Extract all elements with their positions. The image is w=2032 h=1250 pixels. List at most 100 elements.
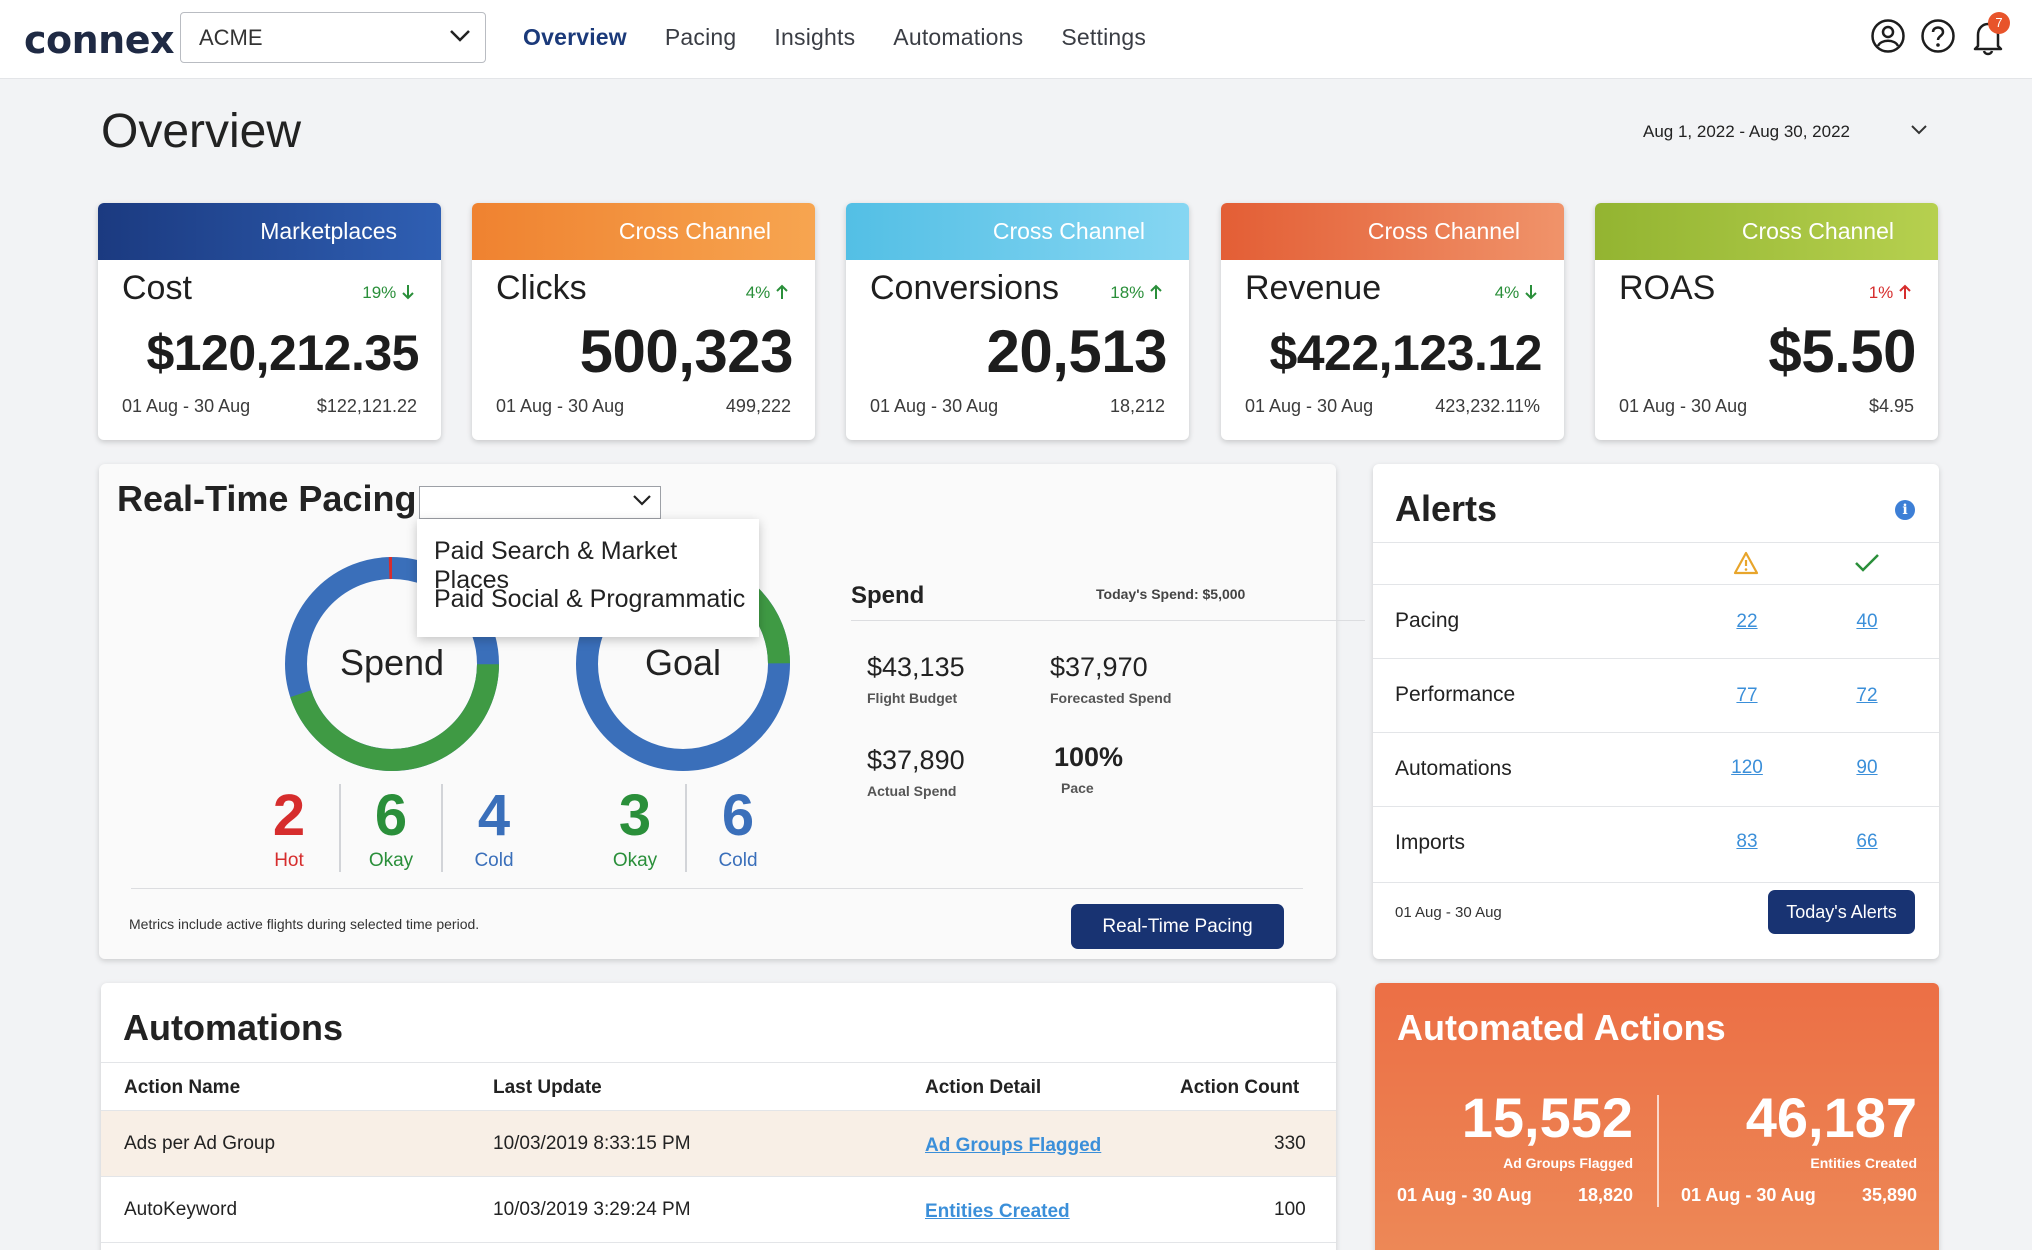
kpi-value: $422,123.12 bbox=[1269, 325, 1542, 381]
kpi-previous-value: $122,121.22 bbox=[316, 396, 417, 416]
real-time-pacing-button[interactable]: Real-Time Pacing bbox=[1071, 904, 1284, 949]
kpi-previous-value: 423,232.11% bbox=[1435, 396, 1540, 416]
ad-groups-flagged-value: 15,552 bbox=[1461, 1086, 1633, 1149]
okay-count[interactable]: 6 Okay bbox=[341, 784, 443, 872]
arrow-up-icon bbox=[1150, 284, 1162, 299]
page-title: Overview bbox=[101, 105, 302, 158]
connex-logo[interactable]: connex bbox=[24, 18, 175, 62]
alert-warning-link[interactable]: 83 bbox=[1717, 831, 1777, 853]
top-icons: 7 bbox=[1870, 12, 2010, 58]
action-count-cell: 330 bbox=[1274, 1133, 1306, 1154]
kpi-value: 20,513 bbox=[986, 318, 1167, 385]
checkmark-icon bbox=[1855, 554, 1879, 572]
kpi-change: 4% bbox=[746, 283, 789, 303]
alert-ok-link[interactable]: 72 bbox=[1837, 685, 1897, 707]
dropdown-option-paid-social[interactable]: Paid Social & Programmatic bbox=[434, 585, 745, 614]
alert-ok-link[interactable]: 90 bbox=[1837, 757, 1897, 779]
alerts-card: Alerts i Pacing 22 40 Performance 77 72 … bbox=[1373, 464, 1939, 959]
alert-warning-link[interactable]: 120 bbox=[1717, 757, 1777, 779]
actual-spend-value: $37,890 bbox=[867, 745, 965, 775]
nav-settings[interactable]: Settings bbox=[1061, 24, 1146, 51]
table-row[interactable]: Ads per Ad Group 10/03/2019 8:33:15 PM A… bbox=[101, 1110, 1336, 1176]
divider bbox=[131, 888, 1303, 889]
kpi-label: Cost bbox=[122, 269, 192, 307]
alert-warning-link[interactable]: 77 bbox=[1717, 685, 1777, 707]
table-row[interactable]: AutoKeyword 10/03/2019 3:29:24 PM Entiti… bbox=[101, 1176, 1336, 1242]
real-time-pacing-card: Real-Time Pacing Paid Search & Market Pl… bbox=[99, 464, 1365, 959]
arrow-down-icon bbox=[402, 285, 414, 300]
column-header[interactable]: Last Update bbox=[493, 1077, 602, 1099]
pacing-footnote: Metrics include active flights during se… bbox=[129, 916, 480, 932]
right-previous: 35,890 bbox=[1861, 1185, 1917, 1205]
chevron-down-icon bbox=[633, 495, 651, 506]
kpi-change: 4% bbox=[1495, 283, 1538, 303]
goal-okay-count[interactable]: 3 Okay bbox=[585, 784, 687, 872]
column-header[interactable]: Action Name bbox=[124, 1077, 240, 1099]
kpi-card-roas[interactable]: Cross Channel ROAS 1% $5.50 01 Aug - 30 Aug… bbox=[1595, 203, 1938, 440]
account-icon[interactable] bbox=[1870, 18, 1906, 58]
kpi-card-conversions[interactable]: Cross Channel Conversions 18% 20,513 01 Aug… bbox=[846, 203, 1189, 440]
column-header[interactable]: Action Detail bbox=[925, 1077, 1041, 1099]
kpi-card-clicks[interactable]: Cross Channel Clicks 4% 500,323 01 Aug - 30… bbox=[472, 203, 815, 440]
kpi-category: Cross Channel bbox=[472, 203, 815, 260]
kpi-period: 01 Aug - 30 Aug bbox=[1245, 396, 1374, 416]
spend-status-counts: 2 Hot 6 Okay 4 Cold bbox=[239, 784, 545, 872]
pace-label: Pace bbox=[1061, 780, 1094, 796]
table-row[interactable] bbox=[101, 1242, 1336, 1250]
alert-ok-link[interactable]: 66 bbox=[1837, 831, 1897, 853]
spend-donut-label: Spend bbox=[339, 642, 445, 683]
nav-overview[interactable]: Overview bbox=[523, 24, 627, 51]
goal-cold-count[interactable]: 6 Cold bbox=[687, 784, 789, 872]
okay-count-number: 6 bbox=[374, 783, 408, 848]
automated-actions-card: Automated Actions 15,552 Ad Groups Flagg… bbox=[1375, 983, 1939, 1250]
kpi-label: Revenue bbox=[1245, 269, 1382, 307]
kpi-period: 01 Aug - 30 Aug bbox=[496, 396, 625, 416]
goal-donut-label: Goal bbox=[644, 642, 722, 683]
todays-alerts-button[interactable]: Today's Alerts bbox=[1768, 890, 1915, 934]
action-detail-link[interactable]: Entities Created bbox=[925, 1201, 1070, 1223]
spend-section-title: Spend bbox=[851, 582, 925, 609]
action-count-cell: 100 bbox=[1274, 1199, 1306, 1220]
pace-value: 100% bbox=[1054, 742, 1124, 772]
cold-count[interactable]: 4 Cold bbox=[443, 784, 545, 872]
arrow-down-icon bbox=[1525, 285, 1537, 300]
kpi-label: Clicks bbox=[496, 269, 587, 307]
alert-warning-link[interactable]: 22 bbox=[1717, 611, 1777, 633]
action-detail-link[interactable]: Ad Groups Flagged bbox=[925, 1135, 1101, 1157]
info-icon[interactable]: i bbox=[1895, 500, 1915, 520]
divider bbox=[851, 620, 1365, 621]
flight-budget-label: Flight Budget bbox=[867, 690, 958, 706]
notifications-bell-icon[interactable]: 7 bbox=[1970, 12, 2010, 58]
alerts-header-row bbox=[1373, 542, 1939, 584]
alerts-title: Alerts bbox=[1395, 488, 1498, 529]
goal-cold-number: 6 bbox=[721, 783, 755, 848]
column-header[interactable]: Action Count bbox=[1180, 1077, 1299, 1099]
nav-insights[interactable]: Insights bbox=[774, 24, 855, 51]
chevron-down-icon[interactable] bbox=[1910, 124, 1928, 136]
alert-row-label: Performance bbox=[1395, 683, 1516, 706]
alert-ok-link[interactable]: 40 bbox=[1837, 611, 1897, 633]
nav-pacing[interactable]: Pacing bbox=[665, 24, 737, 51]
kpi-change: 1% bbox=[1869, 283, 1912, 303]
automations-card: Automations Action Name Last Update Acti… bbox=[101, 983, 1336, 1250]
hot-count[interactable]: 2 Hot bbox=[239, 784, 341, 872]
forecasted-spend-label: Forecasted Spend bbox=[1050, 690, 1172, 706]
kpi-card-cost[interactable]: Marketplaces Cost 19% $120,212.35 01 Aug - … bbox=[98, 203, 441, 440]
kpi-change-value: 19% bbox=[362, 283, 397, 302]
okay-count-label: Okay bbox=[368, 850, 414, 871]
pacing-channel-select[interactable] bbox=[419, 486, 661, 519]
nav-automations[interactable]: Automations bbox=[893, 24, 1023, 51]
entities-created-value: 46,187 bbox=[1745, 1086, 1917, 1149]
alert-row-label: Imports bbox=[1395, 831, 1466, 854]
help-icon[interactable] bbox=[1920, 18, 1956, 58]
pacing-channel-dropdown: Paid Search & Market Places Paid Social … bbox=[417, 519, 759, 637]
kpi-change: 18% bbox=[1110, 283, 1163, 303]
last-update-cell: 10/03/2019 3:29:24 PM bbox=[493, 1199, 691, 1220]
arrow-up-icon bbox=[1899, 284, 1911, 299]
account-select[interactable]: ACME bbox=[180, 12, 486, 63]
kpi-change: 19% bbox=[362, 283, 415, 303]
date-range-select[interactable]: Aug 1, 2022 - Aug 30, 2022 bbox=[1643, 122, 1850, 142]
cold-count-label: Cold bbox=[474, 850, 514, 871]
kpi-card-revenue[interactable]: Cross Channel Revenue 4% $422,123.12 01 Aug… bbox=[1221, 203, 1564, 440]
kpi-label: ROAS bbox=[1619, 269, 1716, 307]
